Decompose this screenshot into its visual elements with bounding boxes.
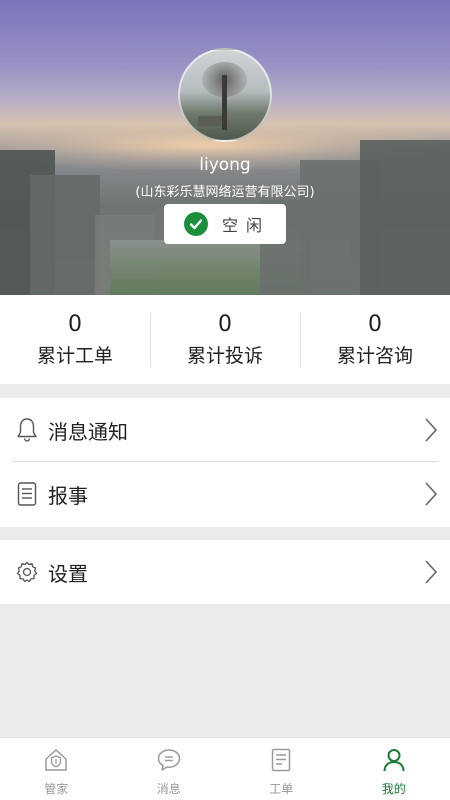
- chevron-right-icon: [424, 481, 438, 511]
- bottom-tab-bar: 管家 消息 工单 我的: [0, 737, 450, 800]
- menu-group-main: 消息通知 报事: [0, 398, 450, 527]
- profile-header: liyong (山东彩乐慧网络运营有限公司) 空闲: [0, 0, 450, 295]
- menu-item-label: 设置: [48, 561, 88, 586]
- person-icon: [381, 747, 407, 777]
- chevron-right-icon: [424, 417, 438, 447]
- menu-item-notifications[interactable]: 消息通知: [0, 398, 450, 462]
- stat-value: 0: [218, 312, 232, 337]
- stat-label: 累计咨询: [336, 345, 413, 367]
- menu-item-settings[interactable]: 设置: [0, 540, 450, 604]
- chat-bubble-icon: [156, 747, 182, 777]
- stat-total-complaints[interactable]: 0 累计投诉: [150, 295, 300, 384]
- company-name: (山东彩乐慧网络运营有限公司): [135, 185, 315, 200]
- tab-label: 工单: [269, 782, 294, 796]
- status-toggle-button[interactable]: 空闲: [164, 204, 286, 244]
- stat-total-inquiries[interactable]: 0 累计咨询: [300, 295, 450, 384]
- gear-icon: [16, 559, 38, 585]
- menu-item-report[interactable]: 报事: [0, 462, 450, 526]
- menu-item-label: 报事: [48, 483, 88, 508]
- avatar[interactable]: [178, 48, 272, 142]
- chevron-right-icon: [424, 559, 438, 589]
- menu-item-label: 消息通知: [48, 419, 128, 444]
- stats-bar: 0 累计工单 0 累计投诉 0 累计咨询: [0, 295, 450, 384]
- check-circle-icon: [184, 212, 208, 236]
- stat-value: 0: [68, 312, 82, 337]
- status-label: 空闲: [222, 216, 271, 235]
- stat-value: 0: [368, 312, 382, 337]
- tab-messages[interactable]: 消息: [113, 738, 226, 800]
- stat-label: 累计投诉: [186, 345, 263, 367]
- tab-work-orders[interactable]: 工单: [225, 738, 338, 800]
- house-shield-icon: [43, 747, 69, 777]
- menu-group-settings: 设置: [0, 540, 450, 604]
- tab-mine[interactable]: 我的: [338, 738, 450, 800]
- tab-label: 消息: [156, 782, 181, 796]
- tab-label: 我的: [381, 782, 406, 796]
- tab-steward[interactable]: 管家: [0, 738, 113, 800]
- bell-icon: [16, 417, 38, 443]
- tab-label: 管家: [44, 782, 69, 796]
- username: liyong: [199, 155, 251, 175]
- document-icon: [16, 481, 38, 507]
- stat-label: 累计工单: [36, 345, 113, 367]
- stat-total-orders[interactable]: 0 累计工单: [0, 295, 150, 384]
- worksheet-icon: [268, 747, 294, 777]
